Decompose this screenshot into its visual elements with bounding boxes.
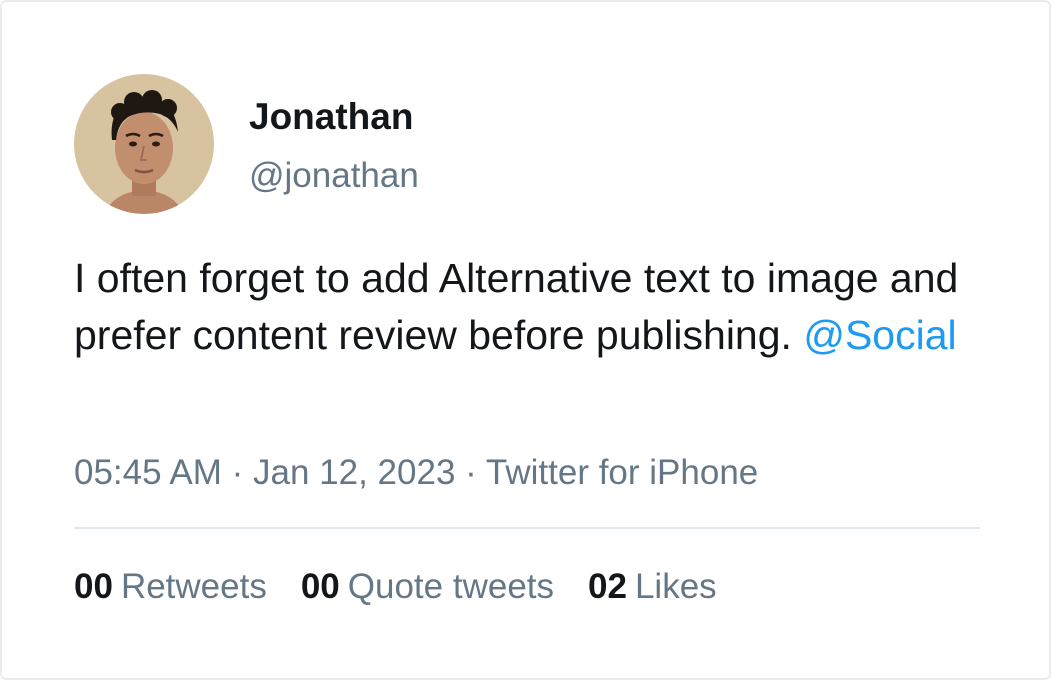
retweets-label: Retweets <box>120 567 267 606</box>
user-handle[interactable]: @jonathan <box>249 155 419 197</box>
quote-tweets-label: Quote tweets <box>347 567 555 606</box>
tweet-card: Jonathan @jonathan I often forget to add… <box>0 0 1051 680</box>
avatar[interactable] <box>74 74 214 214</box>
likes-count: 02 <box>588 567 627 606</box>
tweet-text: I often forget to add Alternative text t… <box>74 250 994 364</box>
tweet-date[interactable]: Jan 12, 2023 <box>253 453 455 492</box>
divider <box>74 527 980 529</box>
tweet-meta: 05:45 AM · Jan 12, 2023 · Twitter for iP… <box>74 452 758 494</box>
retweets-stat[interactable]: 00 Retweets <box>74 566 267 608</box>
likes-label: Likes <box>634 567 717 606</box>
tweet-stats: 00 Retweets 00 Quote tweets 02 Likes <box>74 566 751 608</box>
meta-separator: · <box>465 453 477 492</box>
quote-tweets-count: 00 <box>300 567 340 606</box>
tweet-time[interactable]: 05:45 AM <box>74 453 222 492</box>
likes-stat[interactable]: 02 Likes <box>588 566 717 608</box>
meta-separator: · <box>231 453 244 492</box>
retweets-count: 00 <box>74 567 113 606</box>
avatar-image <box>74 74 214 214</box>
tweet-source[interactable]: Twitter for iPhone <box>486 453 758 492</box>
mention-link[interactable]: @Social <box>803 312 956 358</box>
display-name[interactable]: Jonathan <box>249 96 413 138</box>
quote-tweets-stat[interactable]: 00 Quote tweets <box>301 566 554 608</box>
